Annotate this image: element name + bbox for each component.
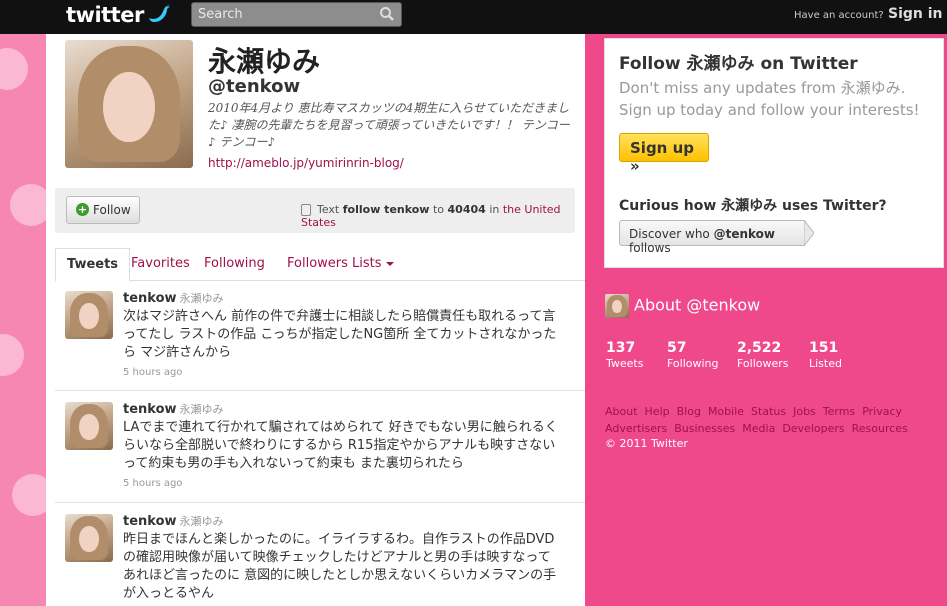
phone-icon [301, 204, 311, 216]
sms-number: 40404 [447, 203, 486, 216]
stat-label: Listed [809, 357, 842, 370]
bird-icon [147, 2, 171, 29]
tweet-text: 次はマジ許さへん 前作の件で弁護士に相談したら賠償責任も取れるって言ってたし ラ… [123, 309, 557, 360]
tab-followers[interactable]: Followers [287, 256, 348, 271]
stat-followers[interactable]: 2,522 Followers [737, 340, 789, 370]
profile-tabs: Tweets Favorites Following Followers Lis… [55, 248, 585, 282]
footer-link-privacy[interactable]: Privacy [862, 405, 902, 418]
signin-link[interactable]: Sign in [888, 6, 943, 22]
tweet-display-name: 永瀬ゆみ [179, 292, 224, 305]
footer-link-media[interactable]: Media [742, 422, 775, 435]
search-placeholder: Search [198, 7, 243, 22]
tab-lists-label: Lists [352, 256, 382, 271]
footer-link-businesses[interactable]: Businesses [674, 422, 735, 435]
sms-country-link[interactable]: the United States [301, 203, 561, 229]
tweet-username[interactable]: tenkow [123, 514, 177, 529]
profile-name: 永瀬ゆみ [208, 45, 321, 78]
profile-bio: 2010年4月より 恵比寿マスカッツの4期生に入らせていただきました♪ 凄腕の先… [208, 101, 570, 149]
tweet-timestamp[interactable]: 5 hours ago [123, 367, 182, 378]
small-avatar[interactable] [605, 294, 629, 318]
about-section: About @tenkow [605, 294, 760, 318]
arrow-tip-icon [804, 220, 814, 246]
discover-follows-button[interactable]: Discover who @tenkow follows [619, 220, 814, 255]
profile-url-link[interactable]: http://ameblo.jp/yumirinrin-blog/ [208, 156, 404, 170]
flower-pattern [0, 334, 24, 376]
tweet-item[interactable]: tenkow 永瀬ゆみ LAでまで連れて行かれて騙されてはめられて 好きでもない男… [55, 391, 585, 503]
background-pattern [0, 34, 46, 606]
tweet-author[interactable]: tenkow 永瀬ゆみ [123, 290, 224, 306]
sms-prefix: Text [317, 203, 340, 216]
curious-heading: Curious how 永瀬ゆみ uses Twitter? [619, 198, 887, 214]
top-bar: twitter Search Have an account? Sign in [0, 0, 947, 34]
stat-listed[interactable]: 151 Listed [809, 340, 842, 370]
signup-subtitle: Don't miss any updates from 永瀬ゆみ. Sign u… [619, 79, 920, 119]
footer-link-status[interactable]: Status [751, 405, 786, 418]
stat-label: Followers [737, 357, 789, 370]
stat-value: 57 [667, 340, 687, 356]
discover-handle: @tenkow [713, 227, 775, 241]
search-icon[interactable] [379, 6, 395, 25]
sms-to: to [432, 203, 445, 216]
tweet-username[interactable]: tenkow [123, 402, 177, 417]
stat-value: 137 [606, 340, 636, 356]
tweet-username[interactable]: tenkow [123, 291, 177, 306]
twitter-logo[interactable]: twitter [66, 3, 144, 27]
sms-follow-info: Text follow tenkow to 40404 in the Unite… [301, 203, 575, 229]
stat-label: Tweets [606, 357, 644, 370]
tab-lists[interactable]: Lists [352, 256, 394, 271]
footer-link-help[interactable]: Help [645, 405, 670, 418]
discover-post: follows [629, 241, 671, 255]
tweet-author[interactable]: tenkow 永瀬ゆみ [123, 401, 224, 417]
footer-link-terms[interactable]: Terms [823, 405, 855, 418]
footer-link-about[interactable]: About [605, 405, 638, 418]
stat-value: 151 [809, 340, 839, 356]
plus-icon: + [76, 203, 89, 216]
tab-tweets[interactable]: Tweets [55, 248, 131, 282]
chevron-down-icon [385, 261, 394, 266]
flower-pattern [0, 48, 28, 90]
profile-handle: @tenkow [208, 76, 301, 97]
tweet-avatar[interactable] [65, 514, 113, 562]
copyright: © 2011 Twitter [605, 437, 688, 450]
follow-bar: + Follow Text follow tenkow to 40404 in … [55, 188, 575, 233]
about-title: About @tenkow [634, 295, 761, 315]
signup-button[interactable]: Sign up » [619, 133, 709, 175]
follow-button[interactable]: + Follow [66, 196, 140, 224]
avatar[interactable] [65, 40, 193, 168]
sms-command: follow tenkow [342, 203, 430, 216]
stat-label: Following [667, 357, 719, 370]
tweet-display-name: 永瀬ゆみ [179, 403, 224, 416]
tweet-display-name: 永瀬ゆみ [179, 515, 224, 528]
flower-pattern [12, 474, 46, 516]
tweet-avatar[interactable] [65, 291, 113, 339]
sms-in: in [489, 203, 500, 216]
stat-value: 2,522 [737, 340, 782, 356]
discover-pre: Discover who [629, 227, 710, 241]
have-account-text: Have an account? [794, 10, 884, 21]
stat-following[interactable]: 57 Following [667, 340, 719, 370]
footer-link-advertisers[interactable]: Advertisers [605, 422, 667, 435]
footer-links: About Help Blog Mobile Status Jobs Terms Privac… [605, 403, 908, 437]
tweet-timestamp[interactable]: 5 hours ago [123, 478, 182, 489]
signup-title: Follow 永瀬ゆみ on Twitter [619, 54, 858, 74]
main-content: 永瀬ゆみ @tenkow 2010年4月より 恵比寿マスカッツの4期生に入らせて… [46, 34, 585, 606]
follow-label: Follow [93, 203, 131, 217]
footer-link-resources[interactable]: Resources [852, 422, 908, 435]
footer-link-mobile[interactable]: Mobile [708, 405, 744, 418]
signup-panel: Follow 永瀬ゆみ on Twitter Don't miss any up… [604, 38, 944, 268]
footer-link-developers[interactable]: Developers [782, 422, 844, 435]
footer-link-blog[interactable]: Blog [677, 405, 701, 418]
flower-pattern [10, 184, 46, 226]
tweet-item[interactable]: tenkow 永瀬ゆみ 昨日までほんと楽しかったのに。イライラするわ。自作ラストの… [55, 503, 585, 606]
tab-favorites[interactable]: Favorites [131, 256, 190, 271]
tab-following[interactable]: Following [204, 256, 265, 271]
footer-link-jobs[interactable]: Jobs [793, 405, 816, 418]
tweet-avatar[interactable] [65, 402, 113, 450]
tweet-item[interactable]: tenkow 永瀬ゆみ 次はマジ許さへん 前作の件で弁護士に相談したら賠償責任も取… [55, 280, 585, 391]
tweet-author[interactable]: tenkow 永瀬ゆみ [123, 513, 224, 529]
search-input[interactable]: Search [191, 2, 402, 27]
tweet-text: LAでまで連れて行かれて騙されてはめられて 好きでもない男に触られるくらいなら全… [123, 420, 558, 471]
stat-tweets[interactable]: 137 Tweets [606, 340, 643, 370]
tweet-text: 昨日までほんと楽しかったのに。イライラするわ。自作ラストの作品DVDの確認用映像… [123, 532, 557, 601]
